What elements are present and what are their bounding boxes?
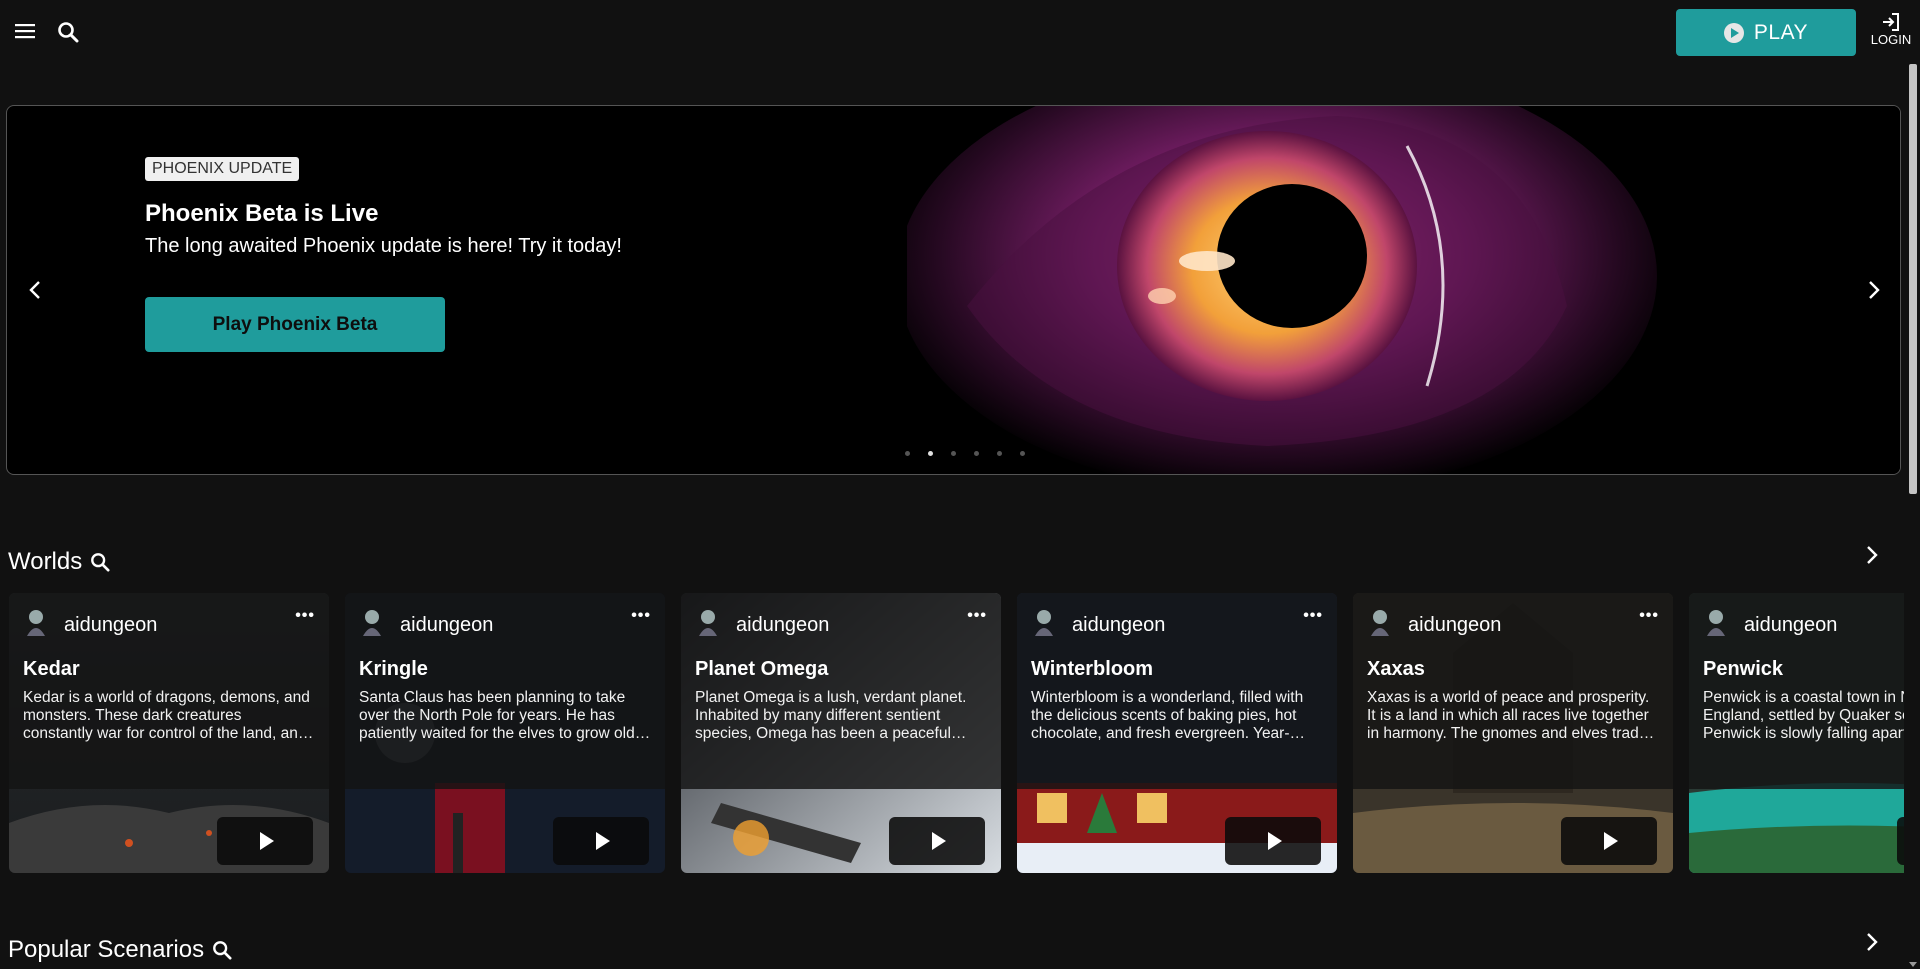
world-card-kringle[interactable]: aidungeon ••• Kringle Santa Claus has be…: [345, 593, 665, 873]
play-phoenix-beta-button[interactable]: Play Phoenix Beta: [145, 297, 445, 352]
card-author[interactable]: aidungeon: [64, 614, 157, 637]
card-play-button[interactable]: [1897, 817, 1904, 865]
more-options-icon[interactable]: •••: [1639, 607, 1659, 625]
search-icon[interactable]: [90, 552, 110, 572]
scrollbar[interactable]: [1906, 64, 1920, 969]
hero-subtitle: The long awaited Phoenix update is here!…: [145, 235, 622, 257]
play-button-label: PLAY: [1753, 20, 1809, 44]
play-circle-icon: [1723, 22, 1744, 43]
card-description: Planet Omega is a lush, verdant planet. …: [695, 689, 967, 742]
dragon-eye-image: [907, 106, 1900, 474]
more-options-icon[interactable]: •••: [295, 607, 315, 625]
card-play-button[interactable]: [217, 817, 313, 865]
card-play-button[interactable]: [1225, 817, 1321, 865]
carousel-dot[interactable]: [1020, 451, 1025, 456]
worlds-heading-label: Worlds: [8, 548, 83, 575]
more-options-icon[interactable]: •••: [631, 607, 651, 625]
card-title: Kedar: [23, 658, 80, 680]
world-card-winterbloom[interactable]: aidungeon ••• Winterbloom Winterbloom is…: [1017, 593, 1337, 873]
card-description: Kedar is a world of dragons, demons, and…: [23, 689, 310, 742]
card-author[interactable]: aidungeon: [736, 614, 829, 637]
hero-carousel: PHOENIX UPDATE Phoenix Beta is Live The …: [6, 105, 1901, 475]
world-card-penwick[interactable]: aidungeon ••• Penwick Penwick is a coast…: [1689, 593, 1904, 873]
login-icon: [1883, 13, 1899, 31]
worlds-heading: Worlds: [8, 548, 110, 576]
card-title: Xaxas: [1367, 658, 1425, 680]
card-description: Santa Claus has been planning to take ov…: [359, 689, 635, 742]
card-author[interactable]: aidungeon: [400, 614, 493, 637]
carousel-dot[interactable]: [905, 451, 910, 456]
scroll-down-arrow-icon[interactable]: [1909, 962, 1917, 967]
avatar[interactable]: [1703, 607, 1729, 639]
card-title: Penwick: [1703, 658, 1784, 680]
avatar[interactable]: [1031, 607, 1057, 639]
card-author[interactable]: aidungeon: [1408, 614, 1501, 637]
hero-badge: PHOENIX UPDATE: [145, 157, 300, 181]
play-button[interactable]: PLAY: [1676, 9, 1856, 56]
avatar[interactable]: [695, 607, 721, 639]
hero-title: Phoenix Beta is Live: [145, 200, 379, 227]
carousel-dots: [905, 451, 1025, 456]
carousel-dot[interactable]: [974, 451, 979, 456]
world-card-kedar[interactable]: aidungeon ••• Kedar Kedar is a world of …: [9, 593, 329, 873]
card-description: Penwick is a coastal town in New England…: [1703, 689, 1904, 742]
card-author[interactable]: aidungeon: [1072, 614, 1165, 637]
hamburger-icon[interactable]: [12, 18, 38, 44]
scrollbar-thumb[interactable]: [1909, 64, 1917, 494]
carousel-next-arrow-icon[interactable]: [1862, 272, 1886, 308]
worlds-next-arrow-icon[interactable]: [1860, 540, 1884, 570]
card-play-button[interactable]: [889, 817, 985, 865]
carousel-prev-arrow-icon[interactable]: [23, 272, 47, 308]
card-title: Winterbloom: [1031, 658, 1154, 680]
avatar[interactable]: [1367, 607, 1393, 639]
popular-scenarios-heading: Popular Scenarios: [8, 936, 232, 964]
more-options-icon[interactable]: •••: [1303, 607, 1323, 625]
popular-scenarios-next-arrow-icon[interactable]: [1860, 927, 1884, 957]
carousel-dot[interactable]: [951, 451, 956, 456]
search-icon[interactable]: [212, 940, 232, 960]
top-bar: PLAY LOGIN: [0, 0, 1920, 64]
world-card-xaxas[interactable]: aidungeon ••• Xaxas Xaxas is a world of …: [1353, 593, 1673, 873]
popular-scenarios-heading-label: Popular Scenarios: [8, 936, 205, 963]
card-author[interactable]: aidungeon: [1744, 614, 1837, 637]
card-title: Planet Omega: [695, 658, 829, 680]
login-label: LOGIN: [1870, 32, 1912, 47]
card-description: Winterbloom is a wonderland, filled with…: [1031, 689, 1304, 742]
avatar[interactable]: [23, 607, 49, 639]
card-title: Kringle: [359, 658, 428, 680]
login-button[interactable]: LOGIN: [1866, 12, 1916, 52]
world-card-planet-omega[interactable]: aidungeon ••• Planet Omega Planet Omega …: [681, 593, 1001, 873]
search-icon[interactable]: [54, 18, 82, 46]
worlds-card-row: aidungeon ••• Kedar Kedar is a world of …: [9, 593, 1904, 873]
card-play-button[interactable]: [1561, 817, 1657, 865]
card-play-button[interactable]: [553, 817, 649, 865]
more-options-icon[interactable]: •••: [967, 607, 987, 625]
carousel-dot-active[interactable]: [928, 451, 933, 456]
card-description: Xaxas is a world of peace and prosperity…: [1367, 689, 1650, 742]
avatar[interactable]: [359, 607, 385, 639]
carousel-dot[interactable]: [997, 451, 1002, 456]
